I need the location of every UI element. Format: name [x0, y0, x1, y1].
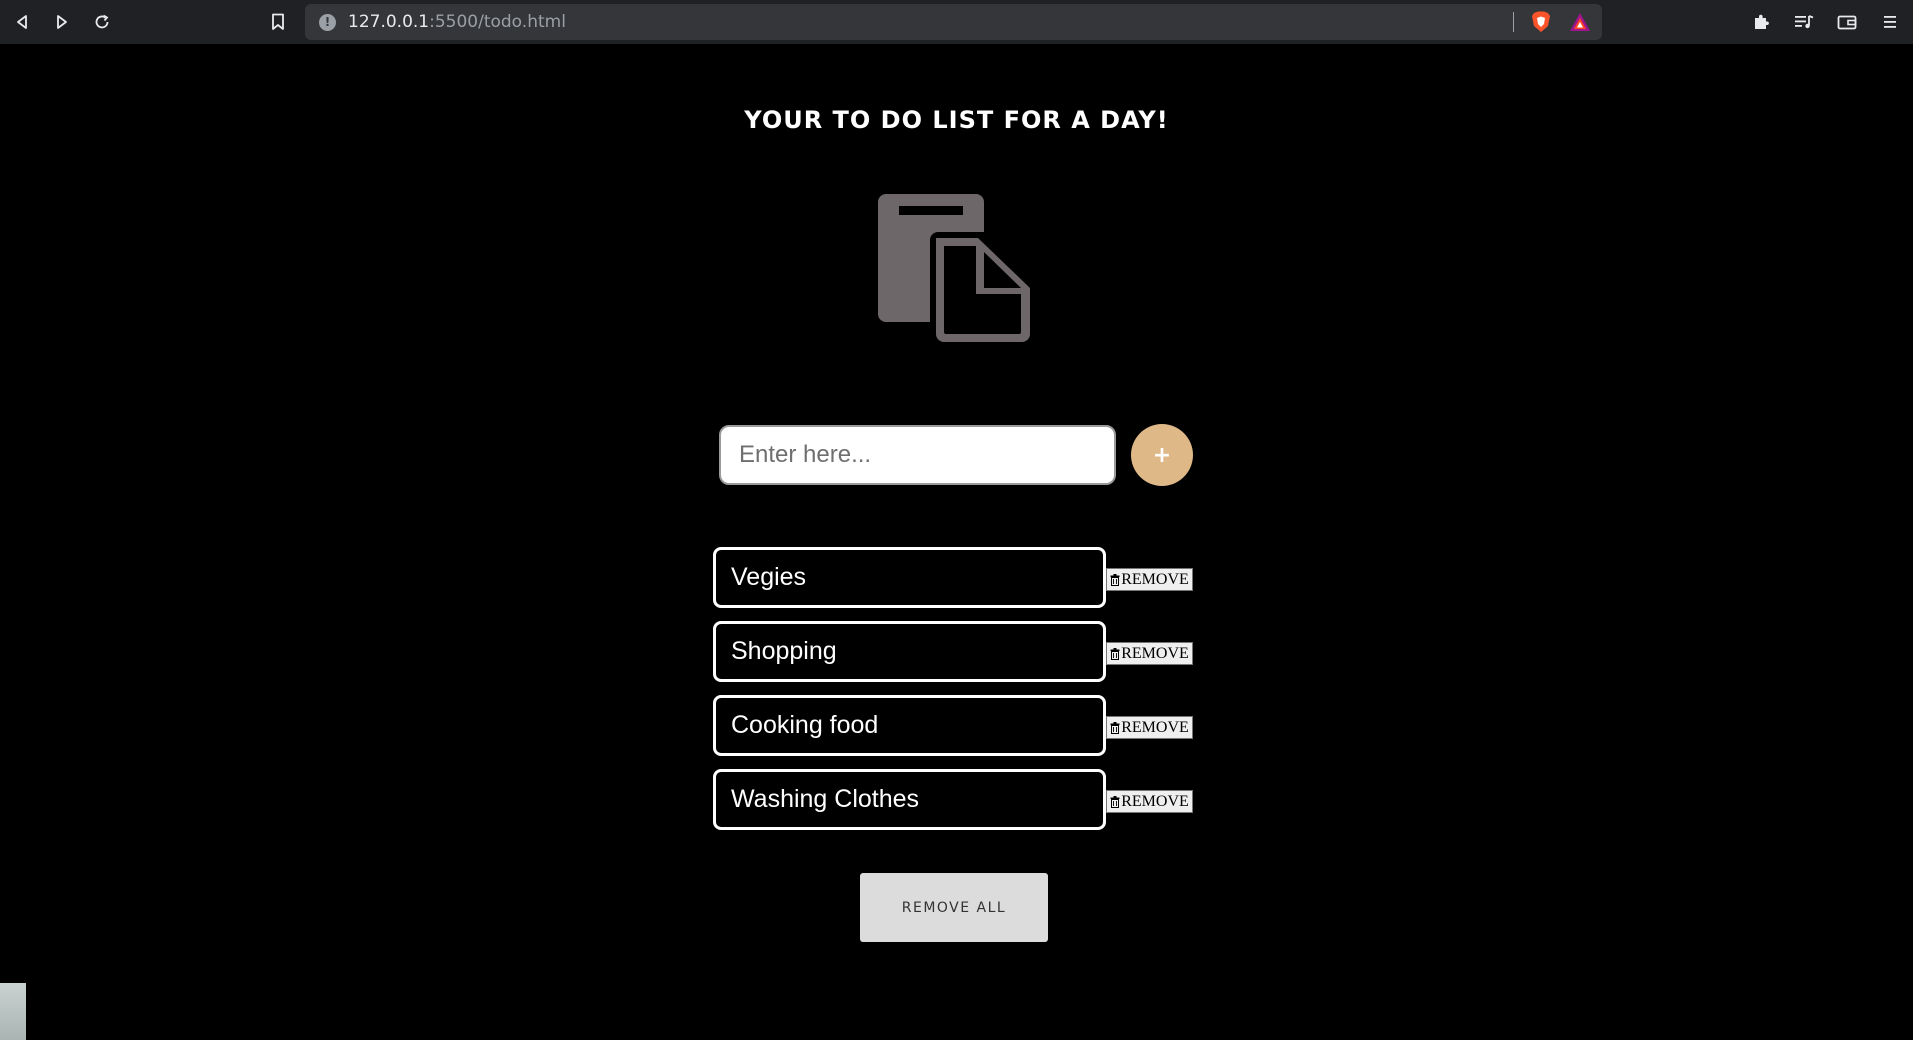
forward-icon[interactable]	[42, 0, 82, 44]
todo-list: Vegies REMOVE Shopping REMOVE Cooking fo…	[713, 547, 1193, 843]
menu-icon[interactable]	[1868, 0, 1911, 44]
trash-icon	[1110, 721, 1120, 734]
remove-button[interactable]: REMOVE	[1106, 568, 1193, 591]
todo-item-text: Washing Clothes	[713, 769, 1106, 830]
todo-item-text: Cooking food	[713, 695, 1106, 756]
url-host: 127.0.0.1	[348, 12, 430, 32]
page-title: YOUR TO DO LIST FOR A DAY!	[744, 106, 1169, 134]
todo-item-text: Shopping	[713, 621, 1106, 682]
list-item: Vegies REMOVE	[713, 547, 1193, 608]
remove-label: REMOVE	[1121, 718, 1189, 736]
todo-item-text: Vegies	[713, 547, 1106, 608]
remove-button[interactable]: REMOVE	[1106, 790, 1193, 813]
trash-icon	[1110, 647, 1120, 660]
bookmark-icon[interactable]	[258, 0, 298, 44]
remove-label: REMOVE	[1121, 792, 1189, 810]
wallet-icon[interactable]	[1825, 0, 1868, 44]
remove-label: REMOVE	[1121, 570, 1189, 588]
reload-icon[interactable]	[82, 0, 122, 44]
trash-icon	[1110, 795, 1120, 808]
divider	[1513, 12, 1514, 32]
playlist-icon[interactable]	[1782, 0, 1825, 44]
remove-label: REMOVE	[1121, 644, 1189, 662]
corner-tab[interactable]	[0, 983, 26, 1040]
list-item: Cooking food REMOVE	[713, 695, 1193, 756]
browser-toolbar: ! 127.0.0.1:5500/todo.html	[0, 0, 1913, 44]
add-todo-button[interactable]: +	[1131, 424, 1193, 486]
list-item: Washing Clothes REMOVE	[713, 769, 1193, 830]
remove-button[interactable]: REMOVE	[1106, 716, 1193, 739]
brave-rewards-icon[interactable]	[1569, 12, 1591, 32]
todo-page: YOUR TO DO LIST FOR A DAY! + Vegies REMO…	[0, 44, 1913, 1040]
list-item: Shopping REMOVE	[713, 621, 1193, 682]
address-bar[interactable]: ! 127.0.0.1:5500/todo.html	[305, 4, 1602, 40]
remove-button[interactable]: REMOVE	[1106, 642, 1193, 665]
info-icon[interactable]: !	[319, 13, 336, 31]
remove-all-button[interactable]: REMOVE ALL	[860, 873, 1048, 942]
url-path: :5500/todo.html	[429, 12, 566, 32]
puzzle-icon[interactable]	[1739, 0, 1782, 44]
todo-input-container	[719, 425, 1116, 485]
clipboard-icon	[876, 194, 1032, 354]
brave-shield-icon[interactable]	[1531, 11, 1551, 33]
trash-icon	[1110, 573, 1120, 586]
back-icon[interactable]	[2, 0, 42, 44]
todo-input[interactable]	[721, 427, 1114, 483]
